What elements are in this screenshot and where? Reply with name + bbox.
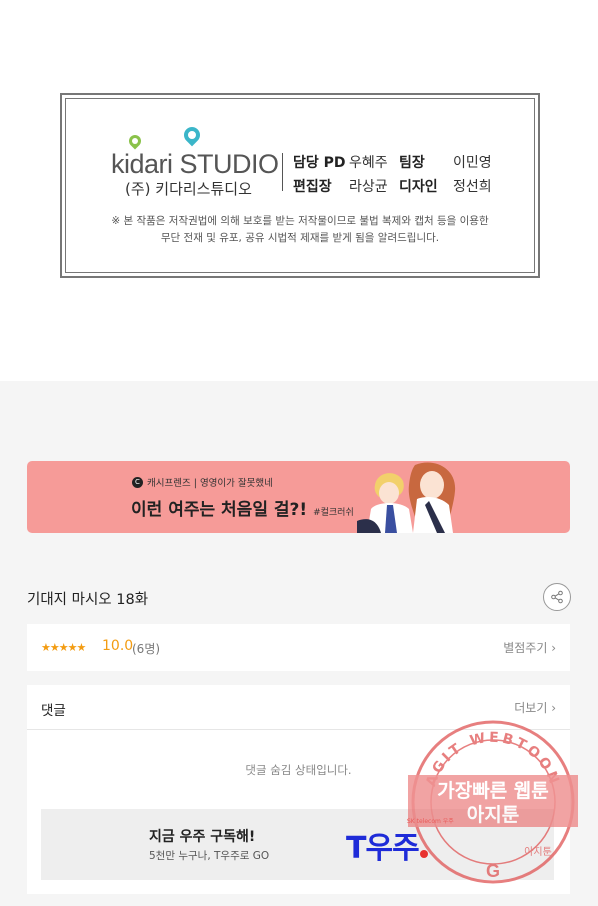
staff-role-pd: 담당 PD: [293, 155, 346, 171]
logo-dot-icon: [419, 850, 428, 858]
logo-word: kidari STUDIO: [111, 149, 279, 179]
staff-name-lead: 이민영: [453, 155, 492, 171]
comment-title: 댓글: [41, 703, 66, 719]
staff-role-lead: 팀장: [399, 155, 425, 171]
tuniverse-ad[interactable]: 지금 우주 구독해! 5천만 누구나, T우주로 GO SK telecom 우…: [41, 809, 554, 880]
ad-subtitle: 5천만 누구나, T우주로 GO: [149, 850, 270, 862]
comment-more-button[interactable]: 더보기 ›: [514, 699, 556, 716]
staff-name-editor: 라상균: [349, 179, 388, 195]
credit-box: kidari STUDIO (주) 키다리스튜디오 담당 PD 우혜주 팀장 이…: [60, 93, 540, 278]
banner-brand-text: 캐시프렌즈 | 영영이가 잘못했네: [147, 478, 273, 489]
comment-card: 댓글 더보기 › 댓글 숨김 상태입니다. 지금 우주 구독해! 5천만 누구나…: [27, 685, 570, 894]
staff-role-editor: 편집장: [293, 179, 332, 195]
logo-subtitle: (주) 키다리스튜디오: [125, 180, 252, 198]
kidari-studio-logo: kidari STUDIO (주) 키다리스튜디오: [111, 123, 279, 198]
credit-divider: [282, 153, 283, 191]
ad-title: 지금 우주 구독해!: [149, 829, 256, 845]
comments-hidden-message: 댓글 숨김 상태입니다.: [245, 763, 352, 777]
staff-name-design: 정선희: [453, 179, 492, 195]
viewer-footer: C 캐시프렌즈 | 영영이가 잘못했네 이런 여주는 처음일 걸?! #컬크러쉬…: [0, 381, 598, 906]
copyright-line-2: 무단 전재 및 유포, 공유 시법적 제재를 받게 됨을 알려드립니다.: [160, 232, 440, 244]
tuniverse-logo: T우주: [346, 823, 428, 867]
banner-tag: #컬크러쉬: [313, 508, 354, 518]
rating-card: ★★★★★ 10.0 (6명) 별점주기 ›: [27, 624, 570, 671]
promo-banner[interactable]: C 캐시프렌즈 | 영영이가 잘못했네 이런 여주는 처음일 걸?! #컬크러쉬: [27, 461, 570, 533]
rate-button[interactable]: 별점주기 ›: [503, 639, 556, 656]
comment-header: 댓글 더보기 ›: [27, 685, 570, 730]
rating-count: (6명): [132, 642, 161, 656]
episode-title: 기대지 마시오 18화: [27, 592, 149, 608]
cashfriends-logo-icon: C: [132, 476, 143, 488]
banner-title: 이런 여주는 처음일 걸?! #컬크러쉬: [131, 500, 354, 520]
copyright-line-1: ※ 본 작품은 저작권법에 의해 보호를 받는 저작물이므로 불법 복제와 캡처…: [111, 215, 489, 227]
green-pin-icon: [126, 132, 144, 150]
rating-score: 10.0: [102, 638, 134, 654]
banner-illustration: [357, 462, 456, 533]
share-button[interactable]: [543, 583, 571, 611]
star-rating-icon: ★★★★★: [41, 641, 86, 654]
share-icon: [551, 590, 563, 604]
teal-pin-icon: [180, 123, 204, 147]
staff-role-design: 디자인: [399, 179, 438, 195]
banner-brand: C 캐시프렌즈 | 영영이가 잘못했네: [132, 475, 273, 489]
credits-area: kidari STUDIO (주) 키다리스튜디오 담당 PD 우혜주 팀장 이…: [0, 0, 598, 381]
staff-name-pd: 우혜주: [349, 155, 388, 171]
